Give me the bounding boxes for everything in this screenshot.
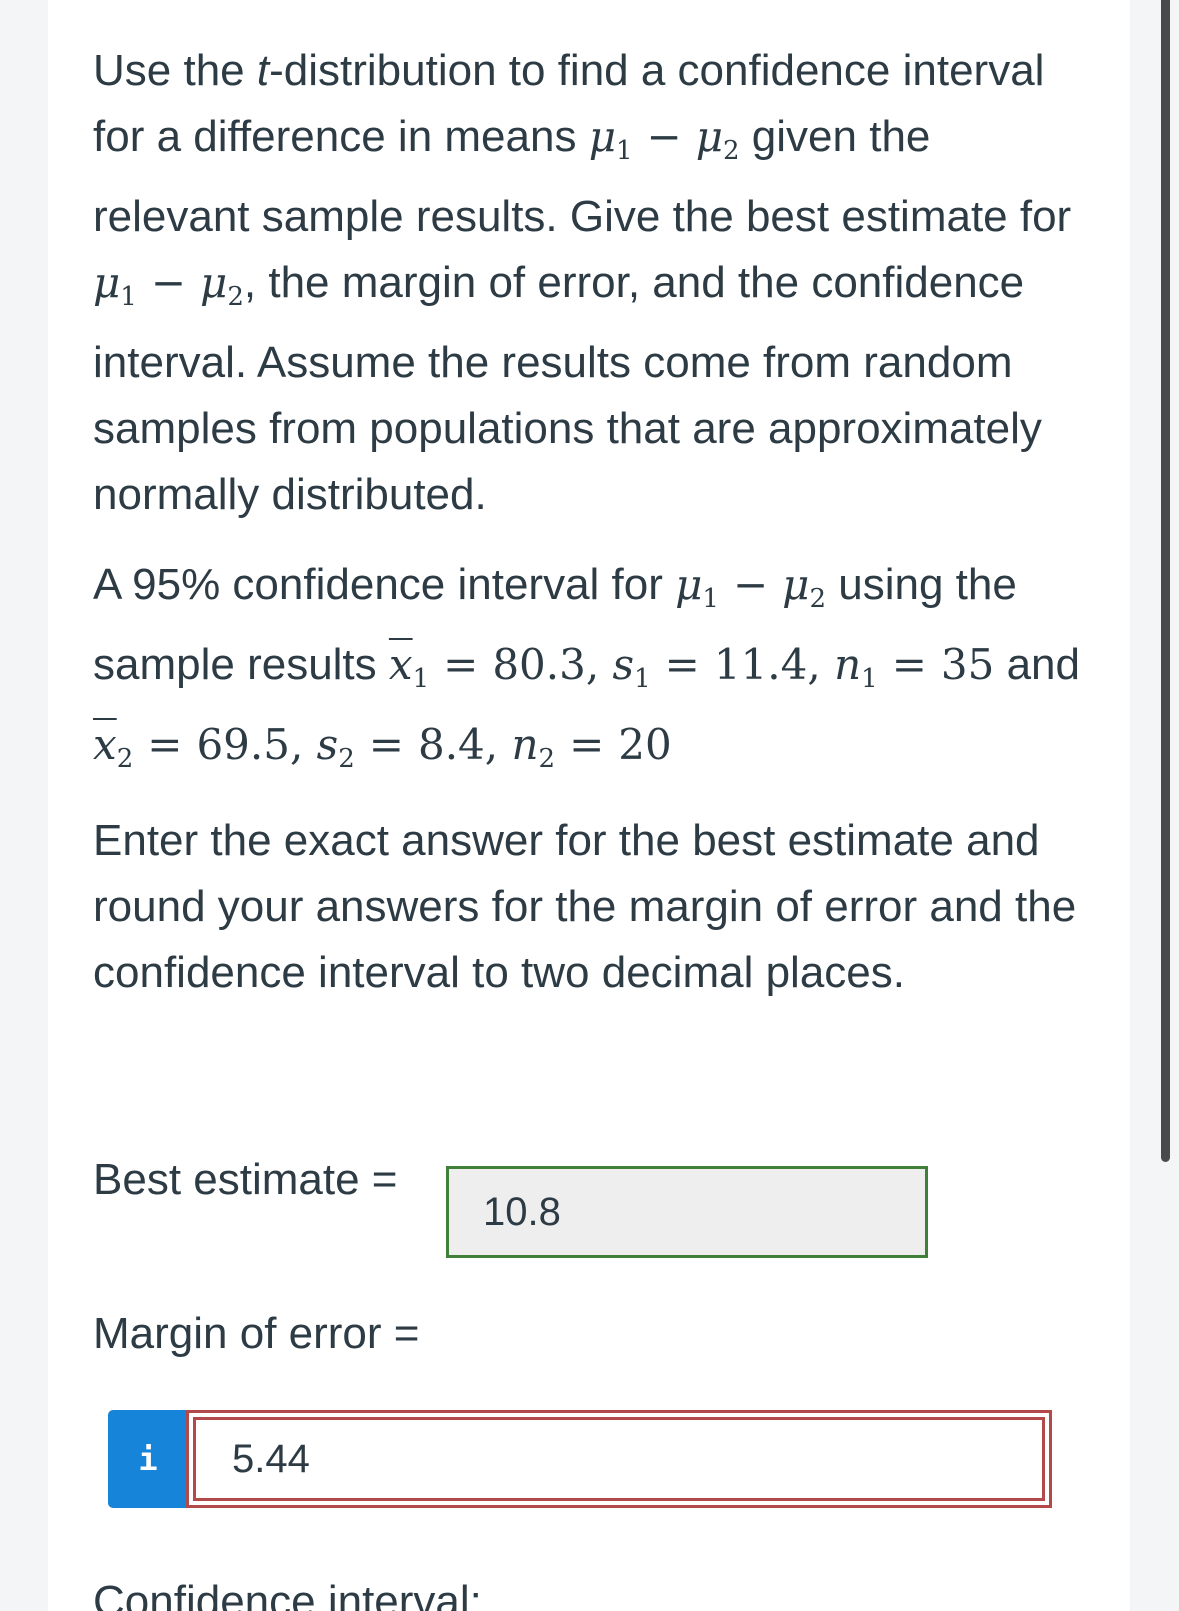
question-intro: Use the t-distribution to find a confide… — [93, 38, 1083, 528]
instructions: Enter the exact answer for the best esti… — [93, 816, 1077, 997]
mu-difference: μ1− μ2 — [675, 560, 827, 614]
margin-of-error-label: Margin of error = — [93, 1309, 420, 1358]
intro-t-symbol: t — [256, 46, 270, 95]
best-estimate-label: Best estimate = — [93, 1155, 398, 1204]
best-estimate-input[interactable]: 10.8 — [446, 1166, 928, 1258]
info-icon[interactable]: i — [108, 1410, 188, 1508]
margin-of-error-field[interactable]: 5.44 — [186, 1410, 1052, 1508]
margin-of-error-input[interactable]: 5.44 — [193, 1417, 1045, 1501]
mu-difference: μ1− μ2 — [93, 258, 244, 312]
confidence-interval-label: Confidence interval: — [93, 1577, 482, 1611]
mu-difference: μ1− μ2 — [588, 112, 740, 166]
sample-2-stats: x2 = 69.5, s2 = 8.4, n2 = 20 — [93, 720, 672, 774]
intro-text: Use the — [93, 46, 257, 95]
scrollbar[interactable] — [1161, 0, 1170, 1162]
sample-results: A 95% confidence interval for μ1− μ2 usin… — [93, 552, 1083, 792]
data-text: and — [994, 640, 1080, 689]
data-text: A 95% confidence interval for — [93, 560, 676, 609]
sample-1-stats: x1 = 80.3, s1 = 11.4, n1 = 35 — [388, 640, 995, 694]
